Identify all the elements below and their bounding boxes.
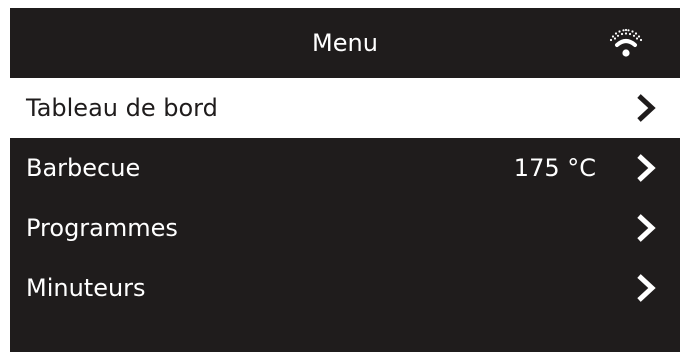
menu-item-label: Minuteurs: [26, 274, 146, 302]
menu-list: Tableau de bord Barbecue 175 °C Programm…: [10, 78, 680, 318]
menu-item-label: Barbecue: [26, 154, 141, 182]
wifi-icon: [609, 28, 643, 57]
temperature-value: 175 °C: [513, 154, 596, 182]
device-screen: Menu Tableau de bord Barbecue 175 °C Pro…: [10, 8, 680, 352]
page-title: Menu: [312, 29, 378, 57]
menu-item-minuteurs[interactable]: Minuteurs: [10, 258, 680, 318]
menu-item-tableau-de-bord[interactable]: Tableau de bord: [10, 78, 680, 138]
chevron-right-icon: [637, 274, 656, 302]
chevron-right-icon: [637, 94, 656, 122]
header-bar: Menu: [10, 8, 680, 78]
menu-item-barbecue[interactable]: Barbecue 175 °C: [10, 138, 680, 198]
menu-item-label: Tableau de bord: [26, 94, 218, 122]
chevron-right-icon: [637, 154, 656, 182]
menu-item-programmes[interactable]: Programmes: [10, 198, 680, 258]
menu-item-label: Programmes: [26, 214, 178, 242]
chevron-right-icon: [637, 214, 656, 242]
